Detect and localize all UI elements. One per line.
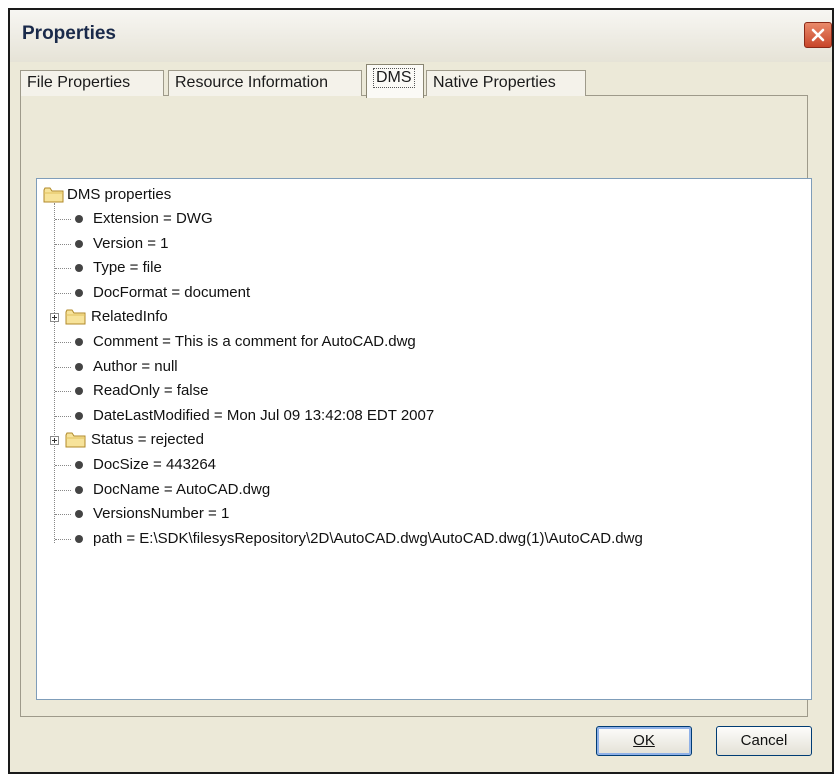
tree-connector: [55, 465, 71, 466]
tree-connector: [55, 293, 71, 294]
tree-leaf-node[interactable]: VersionsNumber = 1: [37, 502, 807, 526]
tree-connector: [55, 514, 71, 515]
tree-root-label: DMS properties: [67, 186, 172, 203]
dms-properties-tree[interactable]: DMS properties Extension = DWG Version = …: [36, 178, 812, 700]
tree-node-label: RelatedInfo: [91, 308, 168, 325]
cancel-button[interactable]: Cancel: [716, 726, 812, 756]
tab-label: File Properties: [27, 74, 131, 91]
tree-connector: [55, 244, 71, 245]
tree-leaf-node[interactable]: DocName = AutoCAD.dwg: [37, 478, 807, 502]
tab-dms[interactable]: DMS: [366, 64, 424, 98]
bullet-icon: [75, 240, 83, 248]
bullet-icon: [75, 338, 83, 346]
title-bar: Properties: [10, 10, 832, 62]
bullet-icon: [75, 215, 83, 223]
dialog-title: Properties: [22, 23, 116, 44]
tree-leaf-node[interactable]: Extension = DWG: [37, 207, 807, 231]
tab-file-properties[interactable]: File Properties: [20, 70, 164, 96]
folder-icon: [65, 309, 86, 325]
tree-node-label: ReadOnly = false: [93, 382, 209, 399]
tree-folder-node[interactable]: Status = rejected: [37, 428, 807, 452]
ok-button-label: OK: [633, 732, 655, 749]
ok-button[interactable]: OK: [596, 726, 692, 756]
plus-expander-icon[interactable]: [50, 436, 59, 445]
bullet-icon: [75, 461, 83, 469]
tree-leaf-node[interactable]: Comment = This is a comment for AutoCAD.…: [37, 330, 807, 354]
tree-node-label: DocName = AutoCAD.dwg: [93, 481, 271, 498]
tab-resource-information[interactable]: Resource Information: [168, 70, 362, 96]
tree-connector: [55, 391, 71, 392]
tab-label: DMS: [373, 68, 415, 88]
plus-expander-icon[interactable]: [50, 313, 59, 322]
folder-icon: [43, 187, 64, 203]
tab-label: Native Properties: [433, 74, 556, 91]
close-button[interactable]: [804, 22, 832, 48]
tree-leaf-node[interactable]: Type = file: [37, 256, 807, 280]
tree-connector: [55, 539, 71, 540]
tree-leaf-node[interactable]: DateLastModified = Mon Jul 09 13:42:08 E…: [37, 404, 807, 428]
tree-node-label: DateLastModified = Mon Jul 09 13:42:08 E…: [93, 407, 435, 424]
tree-connector: [55, 367, 71, 368]
tree-node-label: Author = null: [93, 358, 178, 375]
tree-node-label: Status = rejected: [91, 431, 204, 448]
tree-leaf-node[interactable]: path = E:\SDK\filesysRepository\2D\AutoC…: [37, 527, 807, 551]
cancel-button-label: Cancel: [740, 732, 788, 749]
folder-icon: [65, 432, 86, 448]
close-icon: [811, 28, 825, 42]
tree-leaf-node[interactable]: DocFormat = document: [37, 281, 807, 305]
tree-connector: [55, 268, 71, 269]
tree-node-label: Comment = This is a comment for AutoCAD.…: [93, 333, 416, 350]
tree-node-label: DocSize = 443264: [93, 456, 217, 473]
bullet-icon: [75, 363, 83, 371]
tree-connector: [55, 342, 71, 343]
tree-leaf-node[interactable]: Author = null: [37, 355, 807, 379]
bullet-icon: [75, 387, 83, 395]
tree-node-label: VersionsNumber = 1: [93, 505, 230, 522]
bullet-icon: [75, 289, 83, 297]
bullet-icon: [75, 264, 83, 272]
tree-node-label: Extension = DWG: [93, 210, 213, 227]
bullet-icon: [75, 486, 83, 494]
tree-node-label: path = E:\SDK\filesysRepository\2D\AutoC…: [93, 530, 643, 547]
tab-native-properties[interactable]: Native Properties: [426, 70, 586, 96]
tree-connector: [55, 416, 71, 417]
tree-folder-node[interactable]: RelatedInfo: [37, 305, 807, 329]
bullet-icon: [75, 510, 83, 518]
tree-node-label: Type = file: [93, 259, 162, 276]
tree-leaf-node[interactable]: DocSize = 443264: [37, 453, 807, 477]
bullet-icon: [75, 535, 83, 543]
bullet-icon: [75, 412, 83, 420]
tree-connector: [55, 490, 71, 491]
tree-node-label: DocFormat = document: [93, 284, 251, 301]
tab-label: Resource Information: [175, 74, 328, 91]
tree-connector: [55, 219, 71, 220]
tree-leaf-node[interactable]: Version = 1: [37, 232, 807, 256]
tree-leaf-node[interactable]: ReadOnly = false: [37, 379, 807, 403]
tree-node-label: Version = 1: [93, 235, 169, 252]
